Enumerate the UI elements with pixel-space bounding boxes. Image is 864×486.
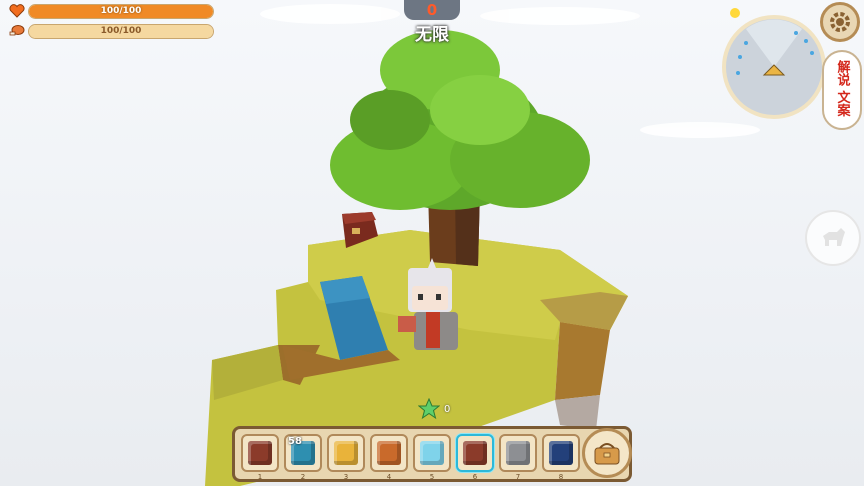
gold-box-icon <box>334 441 358 465</box>
slot-number: 2 <box>300 473 306 481</box>
compass-arrow-icon <box>762 64 786 76</box>
gear-icon <box>830 12 850 32</box>
mode-label: 无限 <box>415 25 449 45</box>
star-icon <box>418 398 440 420</box>
hotbar-slot-7[interactable]: 7 <box>499 434 537 481</box>
health-bar: 100/100 <box>28 3 214 19</box>
slot-number: 3 <box>343 473 349 481</box>
backpack-button[interactable] <box>582 428 632 478</box>
hotbar-slot-4[interactable]: 4 <box>370 434 408 481</box>
slot-number: 8 <box>558 473 564 481</box>
slot-number: 7 <box>515 473 521 481</box>
hotbar: 1 58 2 3 4 5 6 7 8 <box>232 426 632 482</box>
crate-icon <box>463 441 487 465</box>
hotbar-slot-1[interactable]: 1 <box>241 434 279 481</box>
minimap[interactable] <box>722 15 826 119</box>
slot-number: 4 <box>386 473 392 481</box>
slot-number: 1 <box>257 473 263 481</box>
sun-icon <box>730 8 740 18</box>
sapphire-block-icon <box>549 441 573 465</box>
ice-block-icon <box>420 441 444 465</box>
slot-count: 58 <box>288 436 302 447</box>
hotbar-slot-5[interactable]: 5 <box>413 434 451 481</box>
pet-icon <box>823 228 845 246</box>
drumstick-icon <box>6 22 28 40</box>
settings-button[interactable] <box>820 2 860 42</box>
pet-button[interactable] <box>805 210 861 266</box>
heart-icon <box>6 2 28 20</box>
health-bar-row: 100/100 <box>6 2 214 20</box>
star-counter: 0 <box>418 398 450 420</box>
slot-number: 6 <box>472 473 478 481</box>
star-count: 0 <box>444 403 451 415</box>
hotbar-slot-8[interactable]: 8 <box>542 434 580 481</box>
health-value: 100/100 <box>100 5 142 16</box>
hunger-bar: 100/100 <box>28 23 214 39</box>
bucket-icon <box>377 441 401 465</box>
hunger-bar-row: 100/100 <box>6 22 214 40</box>
score-counter: 0 <box>404 0 460 20</box>
hotbar-slot-3[interactable]: 3 <box>327 434 365 481</box>
crate-icon <box>248 441 272 465</box>
commentary-tag-text: 解说 文案 <box>834 60 850 117</box>
backpack-icon <box>594 443 620 465</box>
commentary-tag[interactable]: 解说 文案 <box>822 50 862 130</box>
hotbar-slot-2[interactable]: 58 2 <box>284 434 322 481</box>
slot-number: 5 <box>429 473 435 481</box>
hunger-value: 100/100 <box>100 25 142 36</box>
hotbar-slot-6[interactable]: 6 <box>456 434 494 481</box>
stone-block-icon <box>506 441 530 465</box>
